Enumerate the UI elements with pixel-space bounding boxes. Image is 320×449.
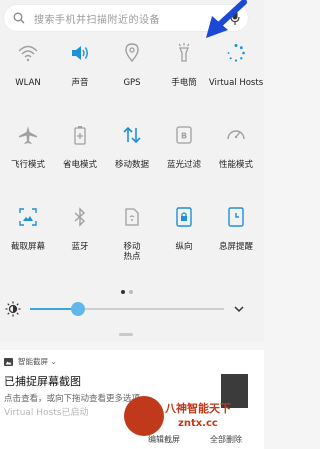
tile-virtual-hosts[interactable]: Virtual Hosts bbox=[208, 38, 264, 96]
tile-label: 性能模式 bbox=[218, 160, 253, 170]
battery-saver-icon bbox=[74, 126, 86, 145]
hotspot-icon bbox=[125, 208, 139, 226]
watermark-line2: zntx.cc bbox=[178, 418, 218, 429]
flashlight-icon bbox=[178, 43, 190, 62]
brightness-handle[interactable] bbox=[71, 302, 85, 316]
notification-line2: Virtual Hosts已启动 bbox=[4, 408, 89, 418]
tiles-row-1: WLAN 声音 GPS 手电筒 Virtual Hosts bbox=[0, 38, 264, 96]
brightness-slider[interactable] bbox=[0, 297, 264, 321]
screenshot-icon bbox=[19, 208, 37, 226]
quick-settings-panel: 搜索手机并扫描附近的设备 WLAN 声音 GPS 手电筒 Virtual Hos… bbox=[0, 0, 264, 342]
watermark-logo bbox=[124, 396, 164, 436]
svg-text:B: B bbox=[181, 132, 187, 141]
watermark-line1: 八神智能天下 bbox=[165, 402, 231, 415]
tile-performance-mode[interactable]: 性能模式 bbox=[208, 120, 264, 178]
notification-subtitle: 点击查看，或向下拖动查看更多选项 bbox=[4, 394, 141, 404]
search-placeholder: 搜索手机并扫描附近的设备 bbox=[34, 15, 160, 26]
performance-icon bbox=[227, 130, 245, 140]
chevron-down-icon[interactable] bbox=[233, 303, 245, 315]
tile-always-on-display[interactable]: 息屏提醒 bbox=[208, 202, 264, 260]
volume-icon bbox=[72, 46, 88, 60]
tile-label: 息屏提醒 bbox=[218, 242, 253, 252]
airplane-icon bbox=[19, 126, 37, 144]
portrait-lock-icon bbox=[176, 207, 192, 227]
notification-app-name: 智能截屏 ⌄ bbox=[18, 357, 57, 366]
page-indicator bbox=[119, 279, 135, 298]
bluetooth-icon bbox=[74, 207, 86, 227]
location-icon bbox=[125, 43, 139, 63]
search-icon bbox=[13, 12, 25, 24]
wifi-icon bbox=[18, 45, 38, 62]
watermark: 八神智能天下 zntx.cc bbox=[124, 396, 264, 449]
mobile-data-icon bbox=[123, 126, 141, 144]
page-dot-active[interactable] bbox=[121, 290, 125, 294]
page-dot[interactable] bbox=[129, 290, 133, 294]
always-on-display-icon bbox=[228, 207, 244, 227]
screenshot-app-icon bbox=[4, 358, 13, 366]
loading-icon bbox=[227, 44, 245, 62]
blue-light-filter-icon: B bbox=[176, 126, 192, 144]
notification-title: 已捕捉屏幕截图 bbox=[4, 375, 81, 388]
panel-drag-handle[interactable] bbox=[119, 333, 133, 336]
tiles-row-2: 飞行模式 省电模式 移动数据 B 蓝光过滤 性能模式 bbox=[0, 120, 264, 178]
annotation-arrow-icon bbox=[206, 0, 247, 38]
tile-label: Virtual Hosts bbox=[208, 78, 264, 88]
brightness-icon bbox=[5, 301, 21, 317]
tiles-row-3: 截取屏幕 蓝牙 移动 热点 纵向 息屏提醒 bbox=[0, 202, 264, 262]
